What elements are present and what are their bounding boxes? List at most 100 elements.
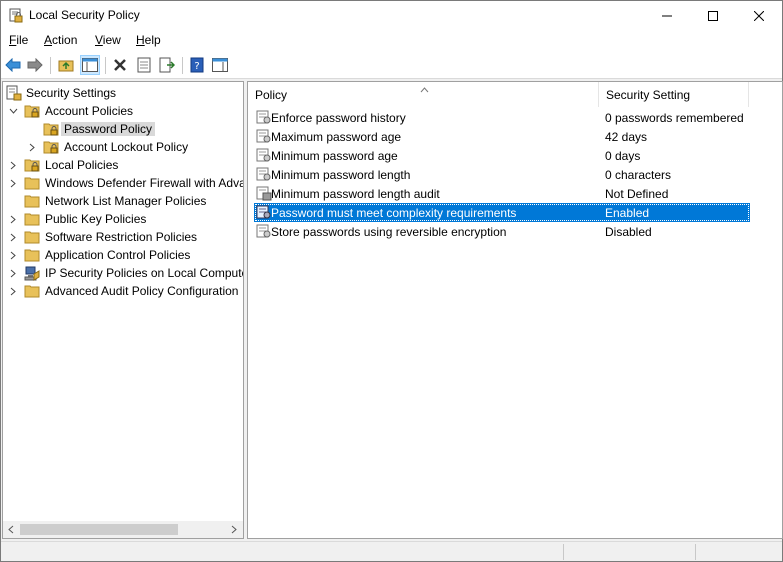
- chevron-right-icon[interactable]: [8, 268, 18, 278]
- show-action-pane-button[interactable]: [210, 55, 230, 75]
- chevron-right-icon[interactable]: [8, 250, 18, 260]
- chevron-right-icon[interactable]: [8, 178, 18, 188]
- policy-setting-icon: [256, 109, 272, 125]
- close-button[interactable]: [736, 1, 782, 30]
- column-header-policy[interactable]: Policy: [248, 82, 599, 107]
- folder-icon: [24, 193, 40, 209]
- policy-row[interactable]: Store passwords using reversible encrypt…: [254, 222, 750, 241]
- delete-button[interactable]: [110, 55, 130, 75]
- scrollbar-thumb[interactable]: [20, 524, 178, 535]
- menu-help[interactable]: Help: [135, 33, 162, 47]
- menu-action[interactable]: Action: [43, 33, 78, 47]
- policy-row[interactable]: Minimum password length audit Not Define…: [254, 184, 750, 203]
- policy-name: Minimum password length: [271, 168, 411, 182]
- policy-setting-icon: [256, 147, 272, 163]
- tree-item-public-key-policies[interactable]: Public Key Policies: [3, 210, 243, 228]
- menu-view-accel: V: [95, 33, 103, 47]
- back-button[interactable]: [3, 55, 23, 75]
- tree-item-local-policies[interactable]: Local Policies: [3, 156, 243, 174]
- forward-button[interactable]: [25, 55, 45, 75]
- tree-item-security-settings[interactable]: Security Settings: [3, 84, 243, 102]
- action-pane-icon: [212, 58, 228, 72]
- menu-help-rest: elp: [144, 33, 161, 47]
- up-one-level-button[interactable]: [56, 55, 76, 75]
- tree-label: Local Policies: [45, 158, 119, 172]
- security-policy-app-icon: [9, 8, 23, 23]
- delete-x-icon: [114, 59, 126, 71]
- tree-horizontal-scrollbar[interactable]: [3, 521, 243, 538]
- menu-view-rest: iew: [102, 33, 121, 47]
- policy-row-selected[interactable]: Password must meet complexity requiremen…: [254, 203, 750, 222]
- column-header-security-setting[interactable]: Security Setting: [599, 82, 749, 107]
- properties-button[interactable]: [134, 55, 154, 75]
- chevron-right-icon[interactable]: [8, 214, 18, 224]
- scroll-right-arrow-icon[interactable]: [228, 524, 240, 535]
- tree-item-account-policies[interactable]: Account Policies: [3, 102, 243, 120]
- tree-item-advanced-audit-policy[interactable]: Advanced Audit Policy Configuration: [3, 282, 243, 300]
- chevron-right-icon[interactable]: [27, 142, 37, 152]
- export-list-icon: [159, 57, 175, 73]
- maximize-button[interactable]: [690, 1, 736, 30]
- policy-row[interactable]: Enforce password history 0 passwords rem…: [254, 108, 750, 127]
- policy-list: Policy Security Setting Enforce password…: [247, 81, 783, 539]
- folder-lock-icon: [24, 103, 40, 119]
- policy-name: Minimum password age: [271, 149, 398, 163]
- policy-setting-icon: [256, 223, 272, 239]
- title-bar: Local Security Policy: [1, 1, 782, 30]
- folder-up-icon: [58, 60, 74, 72]
- menu-file[interactable]: File: [8, 33, 29, 47]
- policy-setting-icon: [256, 166, 272, 182]
- tree-item-account-lockout-policy[interactable]: Account Lockout Policy: [3, 138, 243, 156]
- status-panel: [563, 544, 695, 560]
- chevron-right-icon[interactable]: [8, 286, 18, 296]
- policy-setting-icon: [256, 204, 272, 220]
- chevron-down-icon[interactable]: [8, 106, 18, 116]
- security-settings-icon: [6, 85, 22, 101]
- ip-security-icon: [24, 265, 40, 281]
- policy-name: Enforce password history: [271, 111, 406, 125]
- export-list-button[interactable]: [157, 55, 177, 75]
- policy-setting: Enabled: [605, 206, 650, 220]
- chevron-right-icon[interactable]: [8, 232, 18, 242]
- menu-bar: File Action View Help: [1, 30, 782, 52]
- toolbar: ?: [1, 52, 782, 79]
- folder-icon: [24, 175, 40, 191]
- help-button[interactable]: ?: [187, 55, 207, 75]
- folder-icon: [24, 229, 40, 245]
- tree-item-application-control-policies[interactable]: Application Control Policies: [3, 246, 243, 264]
- column-header-setting-label: Security Setting: [606, 87, 691, 102]
- policy-row[interactable]: Minimum password age 0 days: [254, 146, 750, 165]
- tree-item-software-restriction-policies[interactable]: Software Restriction Policies: [3, 228, 243, 246]
- minimize-icon: [662, 15, 672, 16]
- toolbar-separator: [105, 57, 106, 74]
- policy-setting: Not Defined: [605, 187, 669, 201]
- status-panel: [695, 544, 782, 560]
- policy-row[interactable]: Minimum password length 0 characters: [254, 165, 750, 184]
- tree-label: IP Security Policies on Local Compute: [45, 266, 244, 280]
- scroll-left-arrow-icon[interactable]: [5, 524, 17, 535]
- tree-item-windows-defender-firewall[interactable]: Windows Defender Firewall with Adva: [3, 174, 243, 192]
- policy-setting: 42 days: [605, 130, 648, 144]
- chevron-right-icon[interactable]: [8, 160, 18, 170]
- tree-label: Advanced Audit Policy Configuration: [45, 284, 239, 298]
- tree-item-ip-security-policies[interactable]: IP Security Policies on Local Compute: [3, 264, 243, 282]
- policy-audit-icon: [256, 185, 272, 201]
- show-hide-console-tree-button[interactable]: [80, 55, 100, 75]
- console-tree: Security Settings Account Policies Passw…: [2, 81, 244, 539]
- tree-item-password-policy[interactable]: Password Policy: [3, 120, 243, 138]
- help-book-icon: ?: [190, 57, 204, 73]
- console-tree-icon: [82, 58, 98, 72]
- tree-label: Application Control Policies: [45, 248, 191, 262]
- status-bar: [1, 541, 782, 561]
- policy-row[interactable]: Maximum password age 42 days: [254, 127, 750, 146]
- tree-item-network-list-manager[interactable]: Network List Manager Policies: [3, 192, 243, 210]
- menu-view[interactable]: View: [94, 33, 122, 47]
- maximize-icon: [708, 10, 718, 21]
- menu-action-rest: ction: [52, 33, 78, 47]
- folder-icon: [24, 247, 40, 263]
- policy-setting: 0 passwords remembered: [605, 111, 744, 125]
- minimize-button[interactable]: [644, 1, 690, 30]
- forward-arrow-icon: [27, 58, 43, 72]
- window-title: Local Security Policy: [29, 8, 140, 22]
- menu-help-accel: H: [136, 33, 145, 47]
